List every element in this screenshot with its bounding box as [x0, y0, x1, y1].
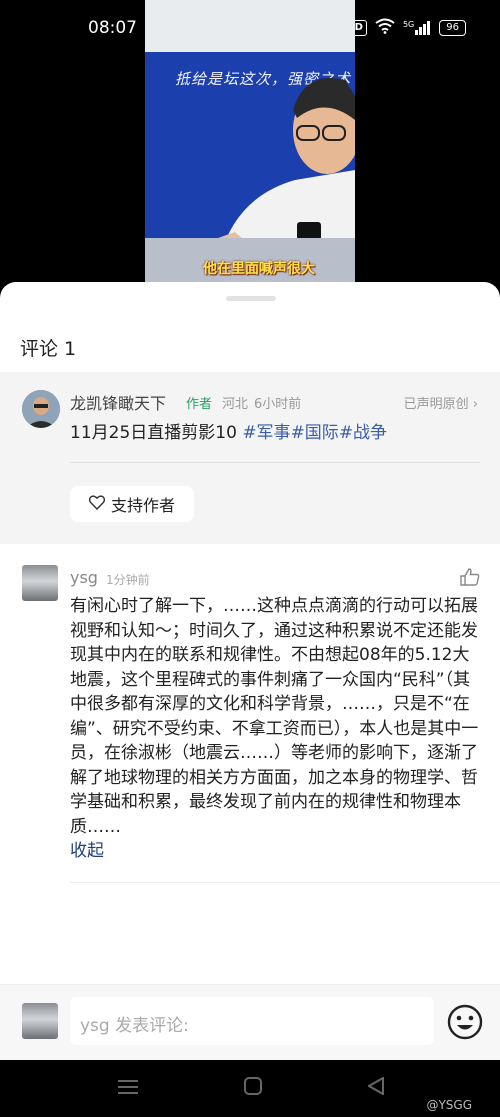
- support-author-button[interactable]: 支持作者: [70, 486, 194, 522]
- post-text: 11月25日直播剪影10: [70, 423, 243, 443]
- heart-icon: [88, 494, 106, 514]
- original-declaration[interactable]: 已声明原创 ›: [404, 393, 478, 412]
- divider: [70, 462, 480, 463]
- hashtag-war[interactable]: #战争: [339, 423, 387, 443]
- collapse-link[interactable]: 收起: [70, 839, 484, 864]
- emoji-icon[interactable]: [446, 1003, 484, 1045]
- comment-body: 有闲心时了解一下，……这种点点滴滴的行动可以拓展视野和认知～；时间久了，通过这种…: [70, 594, 484, 864]
- comment-time: 1分钟前: [106, 573, 150, 587]
- status-time: 08:07: [88, 18, 137, 38]
- thumbs-up-icon[interactable]: [460, 568, 480, 590]
- menu-icon[interactable]: [118, 1076, 138, 1100]
- signal-label: 5G: [402, 19, 415, 29]
- my-avatar: [22, 1003, 58, 1039]
- author-avatar[interactable]: [22, 390, 60, 428]
- system-nav-bar: @YSGG: [0, 1060, 500, 1117]
- original-label: 已声明原创: [403, 397, 469, 412]
- post-card: 龙凯锋瞰天下 作者 河北 6小时前 已声明原创 › 11月25日直播剪影10 #军…: [0, 372, 500, 544]
- comment-input[interactable]: ysg 发表评论:: [70, 997, 434, 1045]
- commenter-avatar[interactable]: [22, 565, 58, 601]
- comments-header: 评论 1: [20, 338, 77, 360]
- commenter-name[interactable]: ysg: [70, 568, 98, 587]
- video-subtitle: 他在里面喊声很大: [203, 261, 315, 277]
- author-badge: 作者: [186, 397, 213, 412]
- cellular-signal-icon: 5G: [402, 19, 431, 35]
- comment-text: 有闲心时了解一下，……这种点点滴滴的行动可以拓展视野和认知～；时间久了，通过这种…: [70, 596, 479, 837]
- divider: [70, 882, 500, 883]
- hashtag-military[interactable]: #军事: [242, 423, 290, 443]
- support-author-label: 支持作者: [110, 496, 175, 515]
- video-player[interactable]: 抵给是坛这次，强密之术 他在里面喊声很大: [145, 0, 355, 282]
- post-content: 11月25日直播剪影10 #军事#国际#战争: [70, 418, 387, 443]
- wifi-icon: [375, 18, 395, 37]
- back-icon[interactable]: [366, 1076, 384, 1100]
- comment-input-bar: ysg 发表评论:: [0, 984, 500, 1060]
- author-name[interactable]: 龙凯锋瞰天下: [70, 390, 166, 414]
- post-time: 6小时前: [254, 397, 302, 412]
- battery-icon: 96: [439, 19, 466, 36]
- drag-handle[interactable]: [226, 296, 276, 301]
- chevron-right-icon: ›: [472, 397, 478, 412]
- comments-sheet: 评论 1 龙凯锋瞰天下 作者 河北 6小时前 已声明原创 › 11月25日直播剪影…: [0, 282, 500, 1060]
- post-location: 河北: [222, 397, 249, 412]
- hashtag-international[interactable]: #国际: [291, 423, 339, 443]
- home-icon[interactable]: [244, 1076, 262, 1100]
- post-meta: 河北 6小时前: [222, 393, 307, 412]
- watermark: @YSGG: [426, 1098, 472, 1112]
